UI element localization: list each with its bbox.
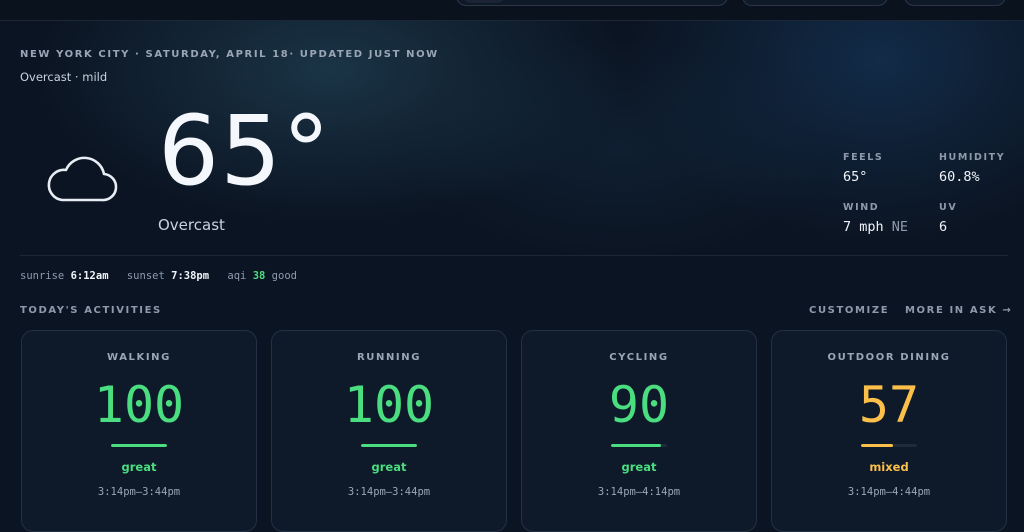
stat-humidity: HUMIDITY 60.8%	[939, 152, 1005, 185]
activity-score: 90	[608, 376, 670, 434]
stat-feels: FEELS 65°	[843, 152, 883, 185]
stat-humidity-value: 60.8%	[939, 169, 980, 185]
customize-link[interactable]: CUSTOMIZE	[809, 305, 889, 316]
top-search-field[interactable]	[456, 0, 728, 6]
sunrise-time: 6:12am	[70, 270, 109, 282]
top-button-secondary[interactable]	[904, 0, 1006, 6]
activity-name: RUNNING	[356, 352, 422, 363]
activity-name: CYCLING	[609, 352, 669, 363]
location-date-line: NEW YORK CITY · SATURDAY, APRIL 18· UPDA…	[20, 49, 439, 60]
cloud-icon	[47, 156, 118, 202]
aqi-label: aqi	[227, 270, 247, 282]
activity-score: 100	[93, 376, 185, 434]
activity-name: WALKING	[107, 352, 171, 363]
current-condition: Overcast	[158, 216, 225, 234]
sun-aqi-row: sunrise 6:12am sunset 7:38pm aqi 38 good	[20, 270, 297, 282]
activities-title: TODAY'S ACTIVITIES	[20, 305, 162, 316]
activity-card-walking[interactable]: WALKING 100 great 3:14pm–3:44pm	[21, 330, 257, 532]
activity-score-bar-fill	[111, 444, 167, 447]
stat-uv-label: UV	[939, 202, 958, 213]
activity-rating: great	[621, 460, 657, 474]
activity-time-window: 3:14pm–4:44pm	[847, 486, 931, 498]
stat-feels-label: FEELS	[843, 152, 884, 163]
activity-time-window: 3:14pm–3:44pm	[347, 486, 431, 498]
sunset-time: 7:38pm	[171, 270, 210, 282]
sunset-label: sunset	[126, 270, 165, 282]
activity-name: OUTDOOR DINING	[827, 352, 951, 363]
activity-score-bar	[861, 444, 917, 447]
stat-wind-value: 7 mph	[843, 219, 884, 235]
search-pill	[463, 0, 505, 3]
activity-rating: mixed	[869, 460, 909, 474]
activity-score: 100	[343, 376, 435, 434]
current-temperature: 65°	[158, 95, 332, 207]
stat-wind-label: WIND	[843, 202, 880, 213]
activity-card-cycling[interactable]: CYCLING 90 great 3:14pm–4:14pm	[521, 330, 757, 532]
stat-humidity-label: HUMIDITY	[939, 152, 1006, 163]
activity-score-bar	[111, 444, 167, 447]
sunrise-label: sunrise	[20, 270, 65, 282]
activity-card-outdoor-dining[interactable]: OUTDOOR DINING 57 mixed 3:14pm–4:44pm	[771, 330, 1007, 532]
activity-score-bar	[361, 444, 417, 447]
stat-uv: UV 6	[939, 202, 957, 235]
stat-wind-direction: NE	[891, 219, 909, 235]
activity-time-window: 3:14pm–3:44pm	[97, 486, 181, 498]
aqi-value: 38	[252, 270, 266, 282]
activity-rating: great	[371, 460, 407, 474]
activity-time-window: 3:14pm–4:14pm	[597, 486, 681, 498]
activity-score-bar-fill	[861, 444, 893, 447]
more-in-ask-link[interactable]: MORE IN ASK →	[905, 305, 1012, 316]
stat-wind: WIND 7 mph NE	[843, 202, 908, 235]
activity-card-running[interactable]: RUNNING 100 great 3:14pm–3:44pm	[271, 330, 507, 532]
activity-rating: great	[121, 460, 157, 474]
top-button[interactable]	[742, 0, 888, 6]
condition-summary: Overcast · mild	[20, 70, 108, 84]
stat-wind-value-row: 7 mph NE	[843, 219, 908, 235]
stat-uv-value: 6	[939, 219, 948, 235]
activity-score-bar	[611, 444, 667, 447]
divider	[20, 255, 1008, 256]
activity-score: 57	[858, 376, 920, 434]
activity-score-bar-fill	[361, 444, 417, 447]
activity-score-bar-fill	[611, 444, 662, 447]
stat-feels-value: 65°	[843, 169, 868, 185]
aqi-rating: good	[271, 270, 297, 282]
top-bar	[0, 0, 1024, 21]
